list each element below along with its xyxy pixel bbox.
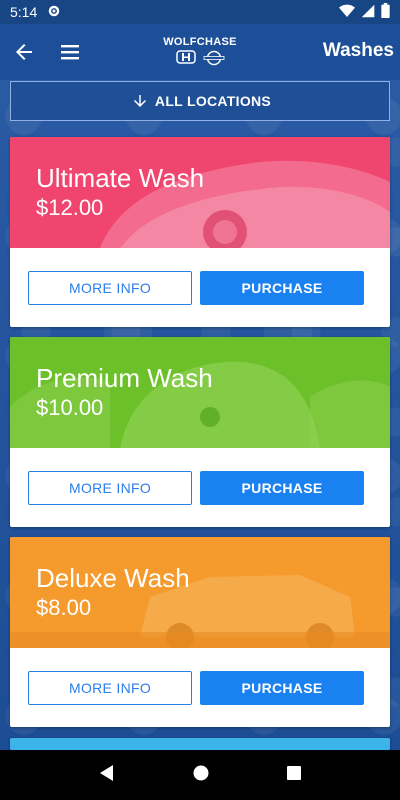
signal-icon bbox=[361, 4, 375, 21]
wash-hero: Deluxe Wash $8.00 bbox=[10, 537, 390, 648]
wash-name: Deluxe Wash bbox=[36, 563, 190, 593]
wash-hero: Ultimate Wash $12.00 bbox=[10, 137, 390, 248]
page-title: Washes bbox=[322, 40, 394, 61]
system-nav-bar bbox=[0, 750, 400, 800]
wash-price: $10.00 bbox=[36, 395, 104, 420]
more-info-button[interactable]: MORE INFO bbox=[28, 271, 192, 305]
status-time: 5:14 bbox=[10, 4, 38, 20]
purchase-button[interactable]: PURCHASE bbox=[200, 671, 364, 705]
wifi-icon bbox=[339, 4, 355, 21]
wash-card-partial[interactable] bbox=[10, 738, 390, 750]
wash-card-premium: Premium Wash $10.00 MORE INFO PURCHASE bbox=[10, 337, 390, 527]
wash-price: $12.00 bbox=[36, 195, 104, 220]
more-info-button[interactable]: MORE INFO bbox=[28, 671, 192, 705]
menu-icon[interactable] bbox=[58, 40, 82, 64]
all-locations-label: ALL LOCATIONS bbox=[154, 93, 272, 109]
wash-card-deluxe: Deluxe Wash $8.00 MORE INFO PURCHASE bbox=[10, 537, 390, 727]
nissan-logo-icon bbox=[203, 50, 225, 71]
logo-text: WOLFCHASE bbox=[163, 36, 237, 48]
status-bar: 5:14 bbox=[0, 0, 400, 24]
wash-price: $8.00 bbox=[36, 595, 92, 620]
home-nav-icon[interactable] bbox=[192, 764, 210, 787]
all-locations-button[interactable]: ALL LOCATIONS bbox=[10, 81, 390, 121]
purchase-button[interactable]: PURCHASE bbox=[200, 271, 364, 305]
back-arrow-icon[interactable] bbox=[12, 40, 36, 64]
wash-hero: Premium Wash $10.00 bbox=[10, 337, 390, 448]
recents-nav-icon[interactable] bbox=[286, 765, 302, 786]
app-bar: WOLFCHASE Washes bbox=[0, 24, 400, 80]
purchase-button[interactable]: PURCHASE bbox=[200, 471, 364, 505]
dealer-logo: WOLFCHASE bbox=[160, 36, 240, 70]
wash-name: Ultimate Wash bbox=[36, 163, 205, 193]
honda-logo-icon bbox=[175, 50, 197, 71]
wash-card-ultimate: Ultimate Wash $12.00 MORE INFO PURCHASE bbox=[10, 137, 390, 327]
back-nav-icon[interactable] bbox=[98, 764, 116, 787]
more-info-button[interactable]: MORE INFO bbox=[28, 471, 192, 505]
settings-icon bbox=[47, 4, 61, 21]
arrow-down-icon bbox=[131, 92, 149, 113]
wash-name: Premium Wash bbox=[36, 363, 213, 393]
battery-icon bbox=[381, 3, 390, 21]
